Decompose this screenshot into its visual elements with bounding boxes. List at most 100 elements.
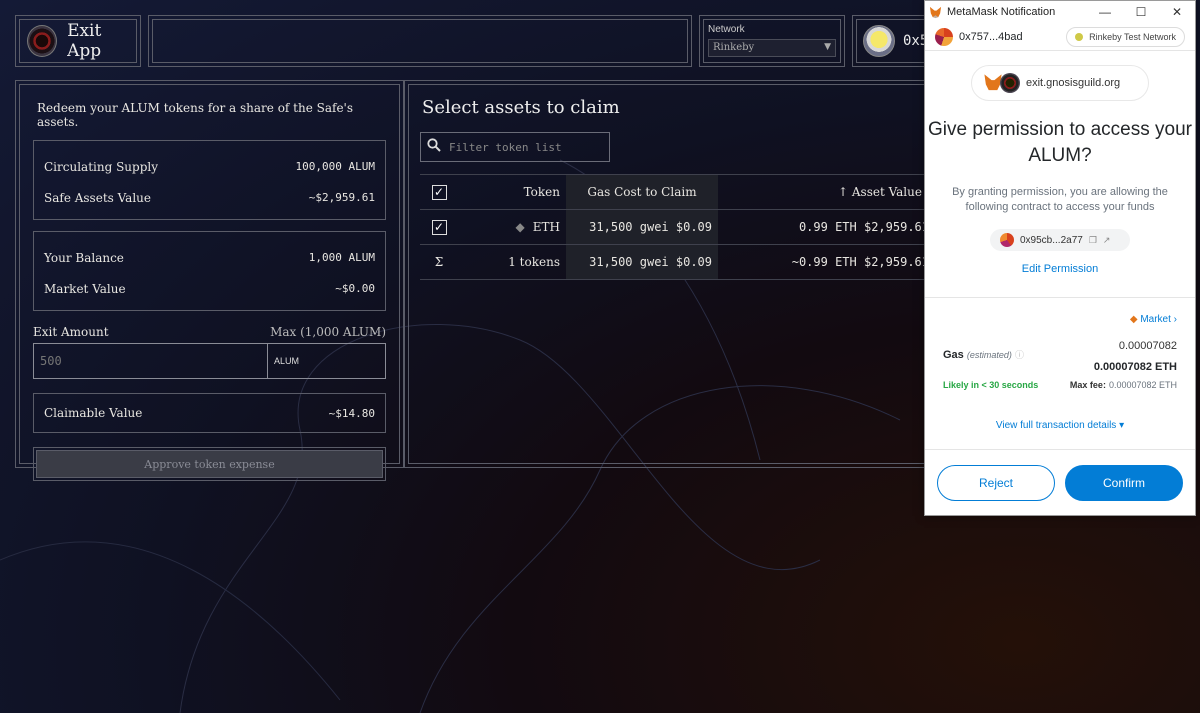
- select-all-checkbox[interactable]: ✓: [431, 184, 447, 200]
- row-gas: 31,500 gwei $0.09: [566, 209, 718, 245]
- market-value-label: Market Value: [44, 281, 126, 296]
- eth-icon: ◆: [515, 220, 525, 234]
- safe-assets-value: ~$2,959.61: [308, 191, 375, 204]
- metamask-origin-pill: exit.gnosisguild.org: [971, 65, 1149, 101]
- contract-address-pill[interactable]: 0x95cb...2a77 ❐ ↗: [990, 229, 1130, 251]
- claim-panel: Select assets to claim Filter token list…: [404, 80, 934, 468]
- redeem-description: Redeem your ALUM tokens for a share of t…: [37, 101, 354, 129]
- supply-card: Circulating Supply 100,000 ALUM Safe Ass…: [33, 140, 386, 220]
- market-label: Market: [1140, 314, 1171, 325]
- circulating-supply-value: 100,000 ALUM: [295, 160, 375, 173]
- circulating-supply-label: Circulating Supply: [44, 159, 159, 174]
- filter-token-input[interactable]: Filter token list: [420, 132, 610, 162]
- market-value-value: ~$0.00: [335, 282, 375, 295]
- account-box[interactable]: 0x5: [852, 15, 932, 67]
- exit-unit-label: ALUM: [267, 344, 385, 378]
- max-fee: Max fee: 0.00007082 ETH: [1070, 380, 1177, 390]
- metamask-account[interactable]: 0x757...4bad: [959, 31, 1023, 43]
- total-gas: 31,500 gwei $0.09: [566, 244, 718, 280]
- approve-token-button[interactable]: Approve token expense: [33, 447, 386, 481]
- metamask-network: Rinkeby Test Network: [1089, 31, 1176, 42]
- confirm-button[interactable]: Confirm: [1065, 464, 1183, 501]
- minimize-icon[interactable]: —: [1087, 5, 1123, 19]
- metamask-fox-icon: ◆: [1129, 314, 1138, 325]
- info-icon[interactable]: ⓘ: [1015, 350, 1024, 360]
- gas-likely-time: Likely in < 30 seconds: [943, 380, 1039, 390]
- gas-label-text: Gas: [943, 349, 964, 361]
- gas-market-link[interactable]: ◆ Market ›: [1130, 314, 1177, 325]
- reject-button[interactable]: Reject: [937, 464, 1055, 501]
- network-dot-icon: [1075, 32, 1084, 41]
- approve-label: Approve token expense: [144, 457, 275, 471]
- view-full-details-label: View full transaction details: [995, 420, 1117, 431]
- your-balance-value: 1,000 ALUM: [308, 251, 375, 264]
- gas-value-eth: 0.00007082 ETH: [1093, 361, 1177, 373]
- gas-value: 0.00007082: [1118, 340, 1177, 352]
- app-title: Exit App: [67, 21, 102, 61]
- token-table: ✓ Token Gas Cost to Claim ↑ Asset Value …: [420, 174, 931, 280]
- external-link-icon[interactable]: ↗: [1103, 235, 1111, 246]
- redeem-panel: Redeem your ALUM tokens for a share of t…: [15, 80, 404, 481]
- exit-amount-field: ALUM: [33, 343, 386, 379]
- metamask-account-bar: 0x757...4bad Rinkeby Test Network: [925, 23, 1195, 51]
- maximize-icon[interactable]: ☐: [1123, 5, 1159, 19]
- edit-permission-link[interactable]: Edit Permission: [925, 263, 1195, 275]
- table-total-row: Σ 1 tokens 31,500 gwei $0.09 ~0.99 ETH $…: [420, 244, 931, 280]
- safe-assets-label: Safe Assets Value: [44, 190, 151, 205]
- caret-down-icon: ▾: [1119, 420, 1125, 431]
- app-logo-box[interactable]: Exit App: [15, 15, 141, 67]
- close-icon[interactable]: ✕: [1159, 5, 1195, 19]
- permission-heading: Give permission to access your ALUM?: [928, 119, 1192, 166]
- site-icon: [1000, 73, 1020, 93]
- account-identicon: [935, 27, 953, 46]
- metamask-window-title: MetaMask Notification: [947, 6, 1056, 18]
- select-assets-title: Select assets to claim: [422, 97, 620, 118]
- network-label: Network: [708, 24, 745, 35]
- max-fee-value: 0.00007082 ETH: [1108, 380, 1177, 390]
- metamask-fox-icon: [929, 6, 942, 18]
- view-full-details-link[interactable]: View full transaction details ▾: [925, 420, 1195, 431]
- header-info-box: [148, 15, 692, 67]
- gas-label: Gas (estimated) ⓘ: [943, 348, 1024, 361]
- filter-placeholder: Filter token list: [449, 140, 562, 154]
- your-balance-label: Your Balance: [44, 250, 124, 265]
- table-row[interactable]: ✓ ◆ ETH 31,500 gwei $0.09 0.99 ETH $2,959…: [420, 209, 931, 245]
- column-token[interactable]: Token: [458, 174, 566, 210]
- permission-description: By granting permission, you are allowing…: [952, 186, 1168, 213]
- max-fee-label: Max fee:: [1069, 380, 1106, 390]
- column-asset-value[interactable]: ↑ Asset Value: [718, 174, 931, 210]
- row-token: ETH: [532, 220, 560, 234]
- exit-max-button[interactable]: Max (1,000 ALUM): [270, 325, 386, 339]
- metamask-window: MetaMask Notification — ☐ ✕ 0x757...4bad…: [924, 0, 1196, 516]
- row-value: 0.99 ETH $2,959.61: [718, 209, 931, 245]
- row-checkbox[interactable]: ✓: [431, 219, 447, 235]
- total-token-count: 1 tokens: [458, 244, 566, 280]
- claimable-card: Claimable Value ~$14.80: [33, 393, 386, 433]
- sum-icon: Σ: [420, 244, 458, 280]
- chevron-right-icon: ›: [1173, 314, 1177, 325]
- avatar: [863, 25, 895, 57]
- metamask-network-pill[interactable]: Rinkeby Test Network: [1066, 26, 1185, 47]
- search-icon: [427, 138, 441, 156]
- claimable-value: ~$14.80: [328, 406, 375, 420]
- table-header-row: ✓ Token Gas Cost to Claim ↑ Asset Value: [420, 174, 931, 210]
- claimable-label: Claimable Value: [44, 406, 143, 420]
- chevron-down-icon: ▼: [824, 42, 831, 52]
- network-value: Rinkeby: [713, 42, 755, 53]
- copy-icon[interactable]: ❐: [1089, 235, 1097, 246]
- gas-estimated: (estimated): [966, 350, 1012, 360]
- network-select[interactable]: Rinkeby ▼: [708, 39, 836, 57]
- total-value: ~0.99 ETH $2,959.61: [718, 244, 931, 280]
- metamask-footer: Reject Confirm: [925, 449, 1195, 515]
- column-gas-cost[interactable]: Gas Cost to Claim: [566, 174, 718, 210]
- metamask-titlebar: MetaMask Notification — ☐ ✕: [925, 1, 1195, 23]
- metamask-origin: exit.gnosisguild.org: [1026, 77, 1121, 89]
- network-selector-box: Network Rinkeby ▼: [699, 15, 845, 67]
- exit-amount-label: Exit Amount: [33, 325, 109, 339]
- contract-address: 0x95cb...2a77: [1020, 234, 1083, 246]
- app-logo-icon: [27, 25, 58, 57]
- contract-identicon: [1000, 233, 1014, 247]
- gas-section: ◆ Market › Gas (estimated) ⓘ 0.00007082 …: [925, 298, 1195, 398]
- balance-card: Your Balance 1,000 ALUM Market Value ~$0…: [33, 231, 386, 311]
- exit-amount-input[interactable]: [34, 344, 267, 378]
